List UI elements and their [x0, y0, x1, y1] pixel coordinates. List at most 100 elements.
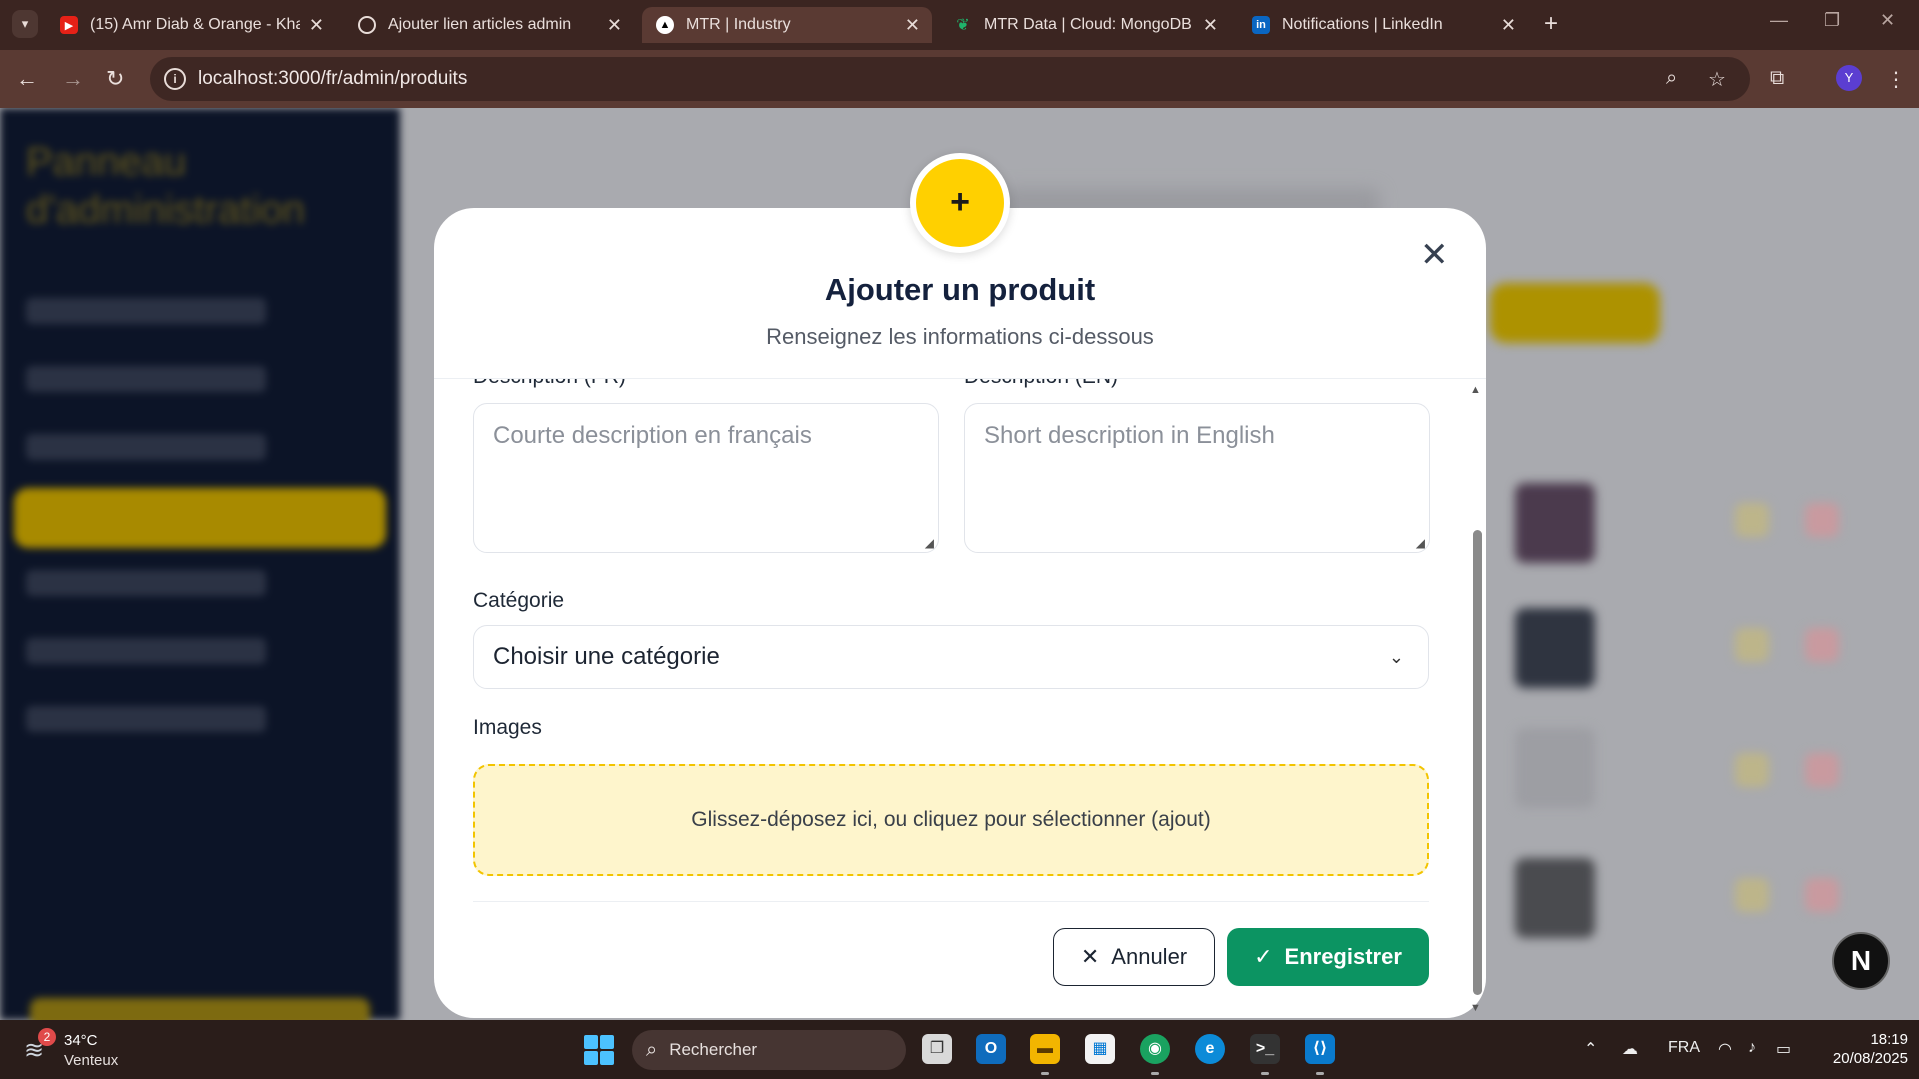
description-fr-field[interactable]: Courte description en français ◢: [473, 403, 939, 553]
modal-scrollbar[interactable]: ▲ ▼: [1470, 380, 1484, 1017]
profile-avatar[interactable]: Y: [1836, 65, 1862, 91]
save-label: Enregistrer: [1284, 944, 1402, 969]
check-icon: ✓: [1254, 944, 1273, 969]
sidebar-title: Panneau d'administration: [26, 140, 305, 232]
scroll-down-icon[interactable]: ▼: [1470, 1002, 1481, 1014]
outlook-icon[interactable]: O: [976, 1034, 1006, 1064]
language-indicator[interactable]: FRA: [1668, 1039, 1700, 1057]
sidebar-item[interactable]: [26, 570, 266, 596]
vscode-icon[interactable]: ⟨⟩: [1305, 1034, 1335, 1064]
delete-icon[interactable]: [1805, 753, 1839, 787]
close-icon[interactable]: ✕: [1203, 15, 1218, 36]
extensions-icon[interactable]: ⧉: [1770, 67, 1784, 90]
tab-label: Ajouter lien articles admin: [388, 16, 572, 33]
clock-time: 18:19: [1870, 1031, 1908, 1048]
tab-mongodb[interactable]: ❦ MTR Data | Cloud: MongoDB Cloud ✕: [940, 7, 1230, 43]
browser-menu-icon[interactable]: ⋮: [1886, 67, 1906, 92]
close-modal-icon[interactable]: ✕: [1420, 238, 1449, 272]
tray-overflow-chevron-icon[interactable]: ⌃: [1584, 1039, 1597, 1059]
sidebar-item-active[interactable]: [14, 488, 386, 548]
add-product-button[interactable]: [1490, 283, 1660, 343]
delete-icon[interactable]: [1805, 628, 1839, 662]
task-view-icon[interactable]: ❐: [922, 1034, 952, 1064]
tab-mtr-industry[interactable]: ▲ MTR | Industry ✕: [642, 7, 932, 43]
sidebar-item[interactable]: [26, 298, 266, 324]
running-indicator: [1316, 1072, 1324, 1075]
scroll-up-icon[interactable]: ▲: [1470, 384, 1481, 396]
forward-icon[interactable]: →: [62, 66, 84, 92]
running-indicator: [1151, 1072, 1159, 1075]
sidebar-item[interactable]: [26, 706, 266, 732]
tab-label: MTR | Industry: [686, 16, 791, 33]
running-indicator: [1261, 1072, 1269, 1075]
triangle-logo-icon: ▲: [656, 16, 674, 34]
description-en-label: Description (EN): [964, 379, 1118, 389]
product-thumbnail: [1515, 483, 1595, 563]
sidebar-item[interactable]: [26, 638, 266, 664]
modal-footer-divider: [473, 901, 1429, 902]
volume-icon[interactable]: ♪: [1748, 1039, 1756, 1057]
delete-icon[interactable]: [1805, 878, 1839, 912]
tab-label: MTR Data | Cloud: MongoDB Cloud: [984, 16, 1194, 33]
cancel-button[interactable]: ✕ Annuler: [1053, 928, 1215, 986]
scrollbar-thumb[interactable]: [1473, 530, 1482, 995]
image-dropzone[interactable]: Glissez-déposez ici, ou cliquez pour sél…: [473, 764, 1429, 876]
url-field[interactable]: i localhost:3000/fr/admin/produits: [150, 57, 1750, 101]
modal-subtitle: Renseignez les informations ci-dessous: [766, 324, 1154, 349]
tab-chatgpt[interactable]: Ajouter lien articles admin ✕: [344, 7, 634, 43]
new-tab-button[interactable]: +: [1544, 10, 1558, 38]
bookmark-star-icon[interactable]: ☆: [1708, 67, 1726, 92]
close-icon[interactable]: ✕: [607, 15, 622, 36]
resize-grip-icon[interactable]: ◢: [925, 536, 934, 550]
tab-label: (15) Amr Diab & Orange - Khatiye: [90, 16, 300, 33]
modal-scroll-body[interactable]: Description (FR) Description (EN) Courte…: [434, 379, 1474, 899]
url-text: localhost:3000/fr/admin/produits: [198, 68, 468, 89]
microsoft-store-icon[interactable]: ▦: [1085, 1034, 1115, 1064]
product-thumbnail: [1515, 728, 1595, 808]
delete-icon[interactable]: [1805, 503, 1839, 537]
reload-icon[interactable]: ↻: [106, 66, 124, 92]
resize-grip-icon[interactable]: ◢: [1416, 536, 1425, 550]
close-icon[interactable]: ✕: [905, 15, 920, 36]
back-icon[interactable]: ←: [16, 66, 38, 92]
close-icon[interactable]: ✕: [1501, 15, 1516, 36]
nextjs-dev-badge[interactable]: N: [1832, 932, 1890, 990]
minimize-icon[interactable]: —: [1770, 10, 1788, 31]
taskbar-clock[interactable]: 18:19 20/08/2025: [1820, 1030, 1908, 1068]
edit-icon[interactable]: [1735, 753, 1769, 787]
modal-title: Ajouter un produit: [824, 272, 1096, 307]
edit-icon[interactable]: [1735, 503, 1769, 537]
chrome-icon[interactable]: ◉: [1140, 1034, 1170, 1064]
edit-icon[interactable]: [1735, 878, 1769, 912]
tab-search-menu-button[interactable]: ▾: [12, 10, 38, 38]
wifi-icon[interactable]: ◠: [1718, 1039, 1732, 1059]
plus-icon: +: [910, 153, 1010, 253]
onedrive-offline-icon[interactable]: ☁: [1622, 1039, 1638, 1059]
taskbar-search[interactable]: ⌕ Rechercher: [632, 1030, 906, 1070]
tab-bar: ▾ ▶ (15) Amr Diab & Orange - Khatiye ✕ A…: [0, 0, 1919, 50]
tab-linkedin[interactable]: in Notifications | LinkedIn ✕: [1238, 7, 1528, 43]
save-button[interactable]: ✓ Enregistrer: [1227, 928, 1429, 986]
weather-description[interactable]: Venteux: [64, 1052, 118, 1069]
search-placeholder: Rechercher: [669, 1040, 758, 1059]
tab-youtube[interactable]: ▶ (15) Amr Diab & Orange - Khatiye ✕: [46, 7, 336, 43]
category-select[interactable]: Choisir une catégorie ⌄: [473, 625, 1429, 689]
sidebar-item[interactable]: [26, 434, 266, 460]
zoom-icon[interactable]: ⌕: [1666, 67, 1677, 90]
edge-icon[interactable]: e: [1195, 1034, 1225, 1064]
description-en-field[interactable]: Short description in English ◢: [964, 403, 1430, 553]
restore-icon[interactable]: ❐: [1824, 10, 1840, 31]
close-icon[interactable]: ✕: [309, 15, 324, 36]
battery-icon[interactable]: ▭: [1776, 1039, 1791, 1059]
site-info-icon[interactable]: i: [164, 68, 186, 90]
window-close-icon[interactable]: ✕: [1880, 10, 1895, 31]
edit-icon[interactable]: [1735, 628, 1769, 662]
weather-temperature[interactable]: 34°C: [64, 1032, 98, 1049]
file-explorer-icon[interactable]: ▬: [1030, 1034, 1060, 1064]
running-indicator: [1041, 1072, 1049, 1075]
windows-start-icon[interactable]: [584, 1035, 614, 1065]
terminal-icon[interactable]: >_: [1250, 1034, 1280, 1064]
address-bar: ← → ↻ i localhost:3000/fr/admin/produits…: [0, 50, 1919, 108]
sidebar-item[interactable]: [26, 366, 266, 392]
search-icon: ⌕: [646, 1038, 658, 1061]
